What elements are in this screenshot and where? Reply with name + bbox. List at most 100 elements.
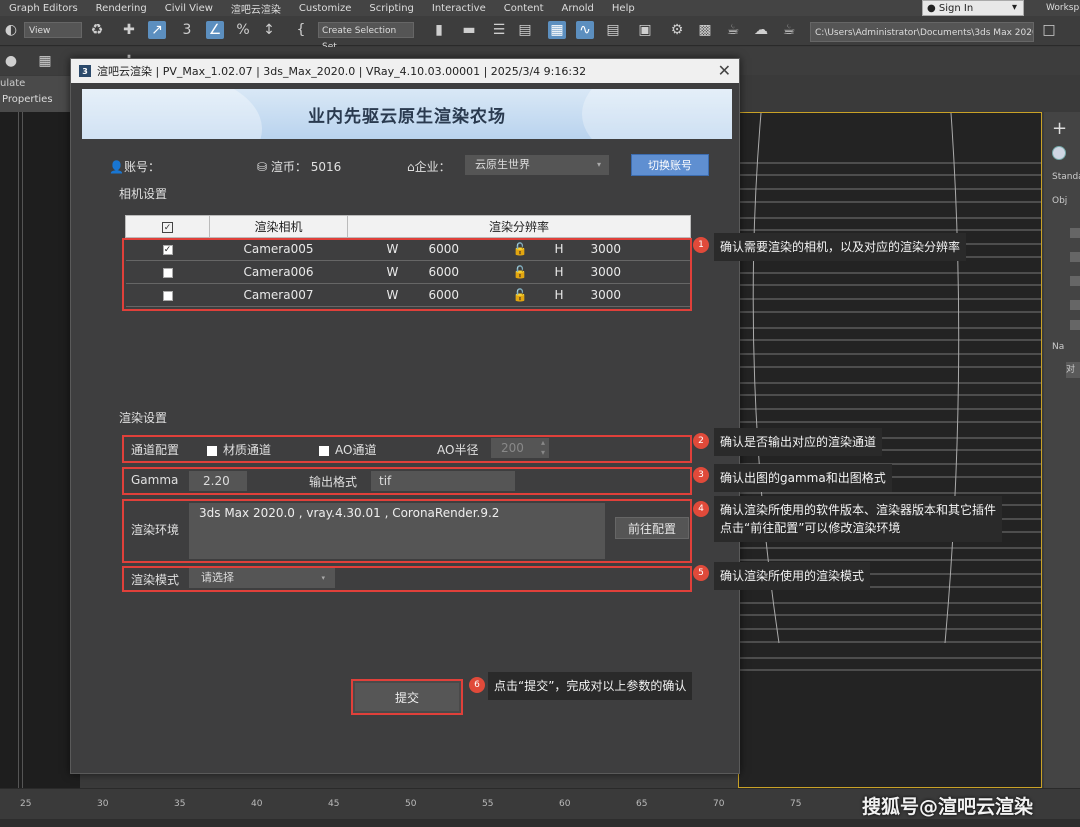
gamma-input[interactable]: 2.20 [189, 471, 247, 491]
menu-customize[interactable]: Customize [290, 3, 361, 14]
sign-in-dropdown[interactable]: ● Sign In ▾ [922, 0, 1024, 16]
render-env-textarea[interactable]: 3ds Max 2020.0 , vray.4.30.01 , CoronaRe… [189, 503, 605, 559]
viewport-left[interactable] [0, 112, 80, 788]
home-icon: ⌂ [407, 160, 415, 174]
tab-simulate[interactable]: ulate [0, 78, 25, 89]
callout-4: 确认渲染所使用的软件版本、渲染器版本和其它插件 点击“前往配置”可以修改渲染环境 [714, 496, 1003, 542]
annotation-badge-3: 3 [693, 467, 709, 483]
snap-3d-icon[interactable]: 3 [178, 21, 196, 39]
object-button[interactable] [1070, 228, 1080, 238]
select-icon[interactable]: ↗ [148, 21, 166, 39]
coins-label: 渲币： [270, 160, 307, 174]
reference-coordinate-dropdown[interactable]: View [24, 22, 82, 38]
scene-explorer-icon[interactable]: ▦ [548, 21, 566, 39]
create-plus-icon[interactable]: + [1052, 118, 1067, 139]
close-icon[interactable]: ✕ [718, 61, 731, 80]
angle-snap-icon[interactable]: ∠ [206, 21, 224, 39]
move-icon[interactable]: ✚ [120, 21, 138, 39]
object-button[interactable] [1070, 252, 1080, 262]
menu-arnold[interactable]: Arnold [553, 3, 603, 14]
chevron-down-icon: ▾ [321, 574, 325, 582]
material-editor-icon[interactable]: ▣ [636, 21, 654, 39]
selection-set-dropdown[interactable]: Create Selection Set [318, 22, 414, 52]
tick-label: 35 [174, 799, 186, 809]
render-active-icon[interactable]: ☕ [780, 21, 798, 39]
tab-properties[interactable]: Properties [2, 94, 53, 105]
spinner-arrows-icon[interactable]: ▴ ▾ [541, 438, 545, 458]
menu-xuanba[interactable]: 渲吧云渲染 [222, 1, 290, 16]
tick-label: 75 [790, 799, 802, 809]
watermark: 搜狐号@渲吧云渲染 [862, 796, 1034, 818]
enterprise-value: 云原生世界 [475, 158, 530, 171]
gamma-label: Gamma [131, 473, 179, 487]
select-all-header[interactable]: ✓ [125, 215, 210, 238]
render-icon[interactable]: ☕ [724, 21, 742, 39]
bind-icon[interactable]: ♻ [88, 21, 106, 39]
material-channel-checkbox[interactable] [207, 445, 217, 456]
object-button[interactable] [1070, 300, 1080, 310]
render-setup-icon[interactable]: ⚙ [668, 21, 686, 39]
material-channel-label: 材质通道 [223, 443, 272, 457]
material-channel-option[interactable]: 材质通道 [207, 441, 271, 458]
object-button[interactable] [1070, 276, 1080, 286]
grid-icon[interactable]: ▦ [36, 52, 54, 70]
annotation-badge-2: 2 [693, 433, 709, 449]
geometry-icon[interactable] [1052, 146, 1066, 160]
spinner-snap-icon[interactable]: ↕ [260, 21, 278, 39]
submit-button[interactable]: 提交 [351, 679, 463, 715]
banner-title: 业内先驱云原生渲染农场 [308, 106, 506, 127]
ribbon-icon[interactable]: ▤ [516, 21, 534, 39]
render-frame-icon[interactable]: ▩ [696, 21, 714, 39]
menu-civil-view[interactable]: Civil View [156, 3, 222, 14]
callout-4-line2: 点击“前往配置”可以修改渲染环境 [720, 521, 901, 535]
sphere-icon[interactable]: ● [2, 52, 20, 70]
menu-interactive[interactable]: Interactive [423, 3, 495, 14]
render-env-label: 渲染环境 [131, 523, 180, 537]
enterprise-dropdown[interactable]: 云原生世界 ▾ [465, 155, 609, 175]
account-label: 👤账号： [109, 160, 160, 174]
object-button[interactable] [1070, 320, 1080, 330]
output-format-dropdown[interactable]: tif [371, 471, 515, 491]
select-all-checkbox[interactable]: ✓ [162, 221, 173, 233]
project-path-field[interactable]: C:\Users\Administrator\Documents\3ds Max… [810, 22, 1034, 42]
resolution-column-header: 渲染分辨率 [347, 215, 691, 238]
menu-scripting[interactable]: Scripting [360, 3, 422, 14]
curve-editor-icon[interactable]: ∿ [576, 21, 594, 39]
ao-channel-option[interactable]: AO通道 [319, 441, 376, 458]
workspace-label[interactable]: Worksp [1046, 0, 1079, 16]
user-icon: ● [927, 2, 939, 14]
dialog-titlebar[interactable]: 3 渲吧云渲染 | PV_Max_1.02.07 | 3ds_Max_2020.… [71, 59, 739, 83]
coins-value: 5016 [310, 160, 342, 174]
render-mode-dropdown[interactable]: 请选择 ▾ [189, 568, 335, 588]
dialog-title: 渲吧云渲染 | PV_Max_1.02.07 | 3ds_Max_2020.0 … [97, 65, 587, 78]
render-submit-dialog: 3 渲吧云渲染 | PV_Max_1.02.07 | 3ds_Max_2020.… [70, 58, 740, 774]
mirror-icon[interactable]: ▮ [430, 21, 448, 39]
percent-snap-icon[interactable]: % [234, 21, 252, 39]
render-section-title: 渲染设置 [119, 411, 168, 425]
menu-graph-editors[interactable]: Graph Editors [0, 3, 87, 14]
chevron-down-icon: ▾ [596, 160, 601, 169]
menu-content[interactable]: Content [495, 3, 553, 14]
menu-rendering[interactable]: Rendering [87, 3, 156, 14]
time-ruler[interactable]: 25 30 35 40 45 50 55 60 65 70 75 [0, 789, 850, 809]
name-color-label: Na [1052, 342, 1065, 352]
align-icon[interactable]: ▬ [460, 21, 478, 39]
coins-display: ⛁ 渲币： 5016 [257, 158, 341, 175]
standard-primitives-label[interactable]: Standa [1052, 172, 1080, 182]
render-cloud-icon[interactable]: ☁ [752, 21, 770, 39]
tick-label: 60 [559, 799, 571, 809]
schematic-icon[interactable]: ▤ [604, 21, 622, 39]
name-field[interactable]: 对 [1066, 362, 1080, 378]
tick-label: 65 [636, 799, 648, 809]
menu-help[interactable]: Help [603, 3, 644, 14]
annotation-badge-5: 5 [693, 565, 709, 581]
callout-1: 确认需要渲染的相机，以及对应的渲染分辨率 [714, 233, 967, 261]
layer-explorer-icon[interactable]: ☰ [490, 21, 508, 39]
select-link-icon[interactable]: ◐ [2, 21, 20, 39]
named-selection-icon[interactable]: { [292, 21, 310, 39]
project-folder-icon[interactable]: □ [1040, 21, 1058, 39]
ao-radius-spinner[interactable]: 200 ▴ ▾ [491, 438, 549, 458]
switch-account-button[interactable]: 切换账号 [631, 154, 709, 176]
goto-config-button[interactable]: 前往配置 [615, 517, 689, 539]
ao-channel-checkbox[interactable] [319, 445, 329, 456]
